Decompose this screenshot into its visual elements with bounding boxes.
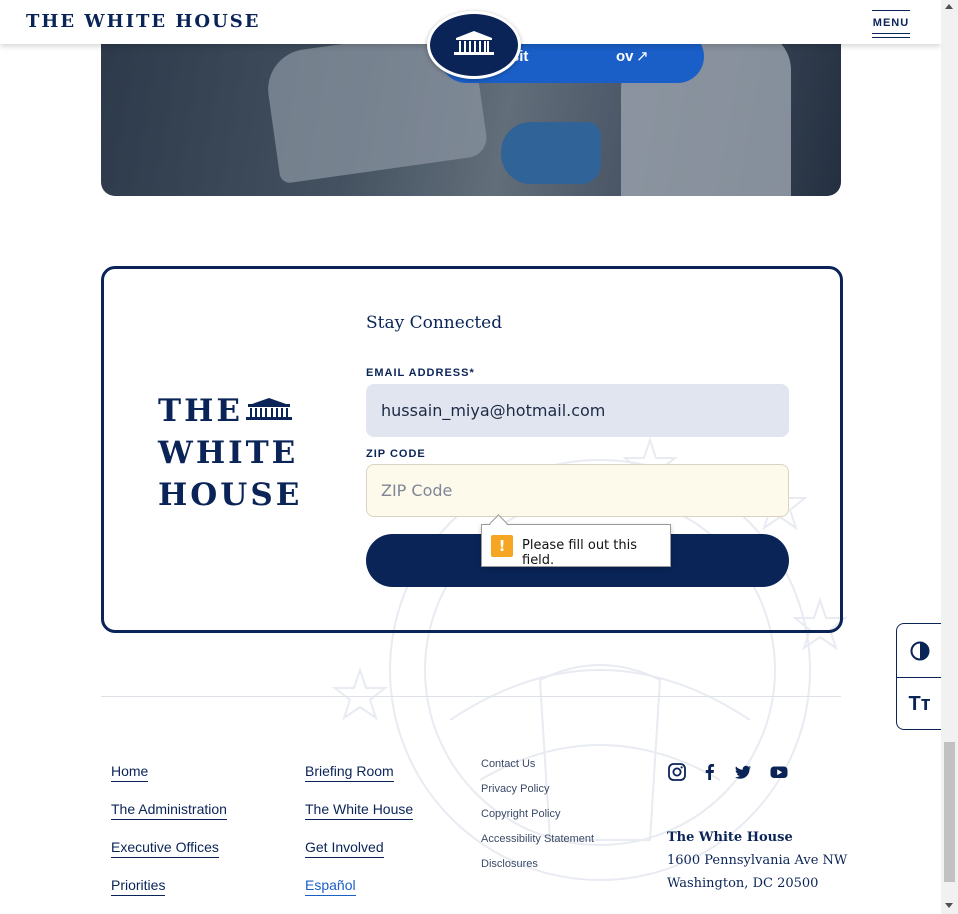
validation-message: Please fill out this field.: [522, 538, 638, 568]
scroll-up-arrow-icon[interactable]: [945, 4, 953, 9]
email-label: EMAIL ADDRESS*: [366, 367, 475, 379]
contrast-icon: [910, 641, 929, 661]
white-house-building-icon: [246, 398, 292, 420]
facebook-icon[interactable]: [700, 762, 720, 782]
menu-button[interactable]: MENU: [872, 10, 910, 38]
address-street: 1600 Pennsylvania Ave NW: [667, 853, 848, 868]
text-size-button[interactable]: Tт: [897, 678, 942, 731]
address-name: The White House: [667, 830, 793, 845]
accessibility-tools: Tт: [896, 623, 942, 730]
footer-address: The White House 1600 Pennsylvania Ave NW…: [667, 826, 847, 895]
instagram-icon[interactable]: [667, 762, 687, 782]
footer-link-privacy-policy[interactable]: Privacy Policy: [481, 783, 549, 795]
zip-label: ZIP CODE: [366, 448, 426, 460]
footer-link-copyright-policy[interactable]: Copyright Policy: [481, 808, 560, 820]
footer-link-accessibility-statement[interactable]: Accessibility Statement: [481, 833, 594, 845]
footer-link-get-involved[interactable]: Get Involved: [305, 839, 384, 858]
address-city: Washington, DC 20500: [667, 876, 819, 891]
footer-link-contact-us[interactable]: Contact Us: [481, 758, 535, 770]
stay-connected-title: Stay Connected: [366, 313, 503, 333]
footer-link-briefing-room[interactable]: Briefing Room: [305, 763, 394, 782]
site-brand[interactable]: THE WHITE HOUSE: [26, 11, 261, 32]
white-house-seal-icon[interactable]: [427, 11, 521, 79]
warning-icon: !: [491, 535, 513, 557]
email-field[interactable]: [366, 384, 789, 437]
scrollbar-thumb[interactable]: [944, 742, 955, 882]
contrast-toggle-button[interactable]: [897, 624, 942, 678]
footer-link-priorities[interactable]: Priorities: [111, 877, 166, 896]
footer-link-home[interactable]: Home: [111, 763, 149, 782]
zip-code-field[interactable]: [366, 464, 789, 517]
footer-link-espanol[interactable]: Español: [305, 877, 356, 896]
twitter-icon[interactable]: [733, 762, 753, 782]
stay-connected-card: THE WHITE HOUSE Stay Connected EMAIL ADD…: [101, 266, 843, 633]
footer-divider: [101, 696, 841, 697]
footer-link-executive-offices[interactable]: Executive Offices: [111, 839, 219, 858]
validation-tooltip: ! Please fill out this field.: [481, 524, 671, 568]
footer-link-administration[interactable]: The Administration: [111, 801, 227, 820]
scroll-down-arrow-icon[interactable]: [945, 903, 953, 908]
footer-link-the-white-house[interactable]: The White House: [305, 801, 414, 820]
youtube-icon[interactable]: [769, 762, 789, 782]
footer-link-disclosures[interactable]: Disclosures: [481, 858, 538, 870]
